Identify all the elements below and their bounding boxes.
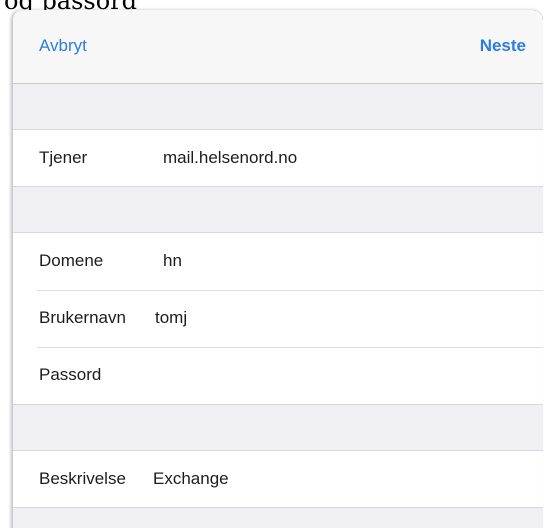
credentials-section: Domene hn Brukernavn tomj Passord	[13, 232, 543, 405]
screenshot-page: og passord Avbryt Neste Tjener mail.hels…	[0, 0, 547, 528]
username-field[interactable]: tomj	[155, 308, 187, 328]
section-spacer	[13, 84, 543, 129]
description-field[interactable]: Exchange	[153, 469, 229, 489]
password-label: Passord	[39, 365, 102, 384]
exchange-account-sheet: Avbryt Neste Tjener mail.helsenord.no Do…	[13, 10, 543, 528]
password-row[interactable]: Passord	[13, 347, 543, 404]
username-row[interactable]: Brukernavn tomj	[13, 290, 543, 347]
server-label: Tjener	[39, 148, 88, 167]
domain-field[interactable]: hn	[163, 251, 182, 271]
description-label: Beskrivelse	[39, 469, 126, 488]
section-spacer	[13, 405, 543, 450]
description-section: Beskrivelse Exchange	[13, 450, 543, 508]
username-label: Brukernavn	[39, 308, 126, 327]
description-row[interactable]: Beskrivelse Exchange	[13, 451, 543, 508]
server-field[interactable]: mail.helsenord.no	[163, 148, 297, 168]
server-section: Tjener mail.helsenord.no	[13, 129, 543, 187]
navigation-bar: Avbryt Neste	[13, 10, 543, 84]
domain-row[interactable]: Domene hn	[13, 233, 543, 290]
section-spacer	[13, 187, 543, 232]
cancel-button[interactable]: Avbryt	[39, 36, 87, 56]
domain-label: Domene	[39, 251, 104, 270]
next-button[interactable]: Neste	[480, 36, 526, 56]
section-spacer	[13, 508, 543, 528]
server-row[interactable]: Tjener mail.helsenord.no	[13, 130, 543, 187]
